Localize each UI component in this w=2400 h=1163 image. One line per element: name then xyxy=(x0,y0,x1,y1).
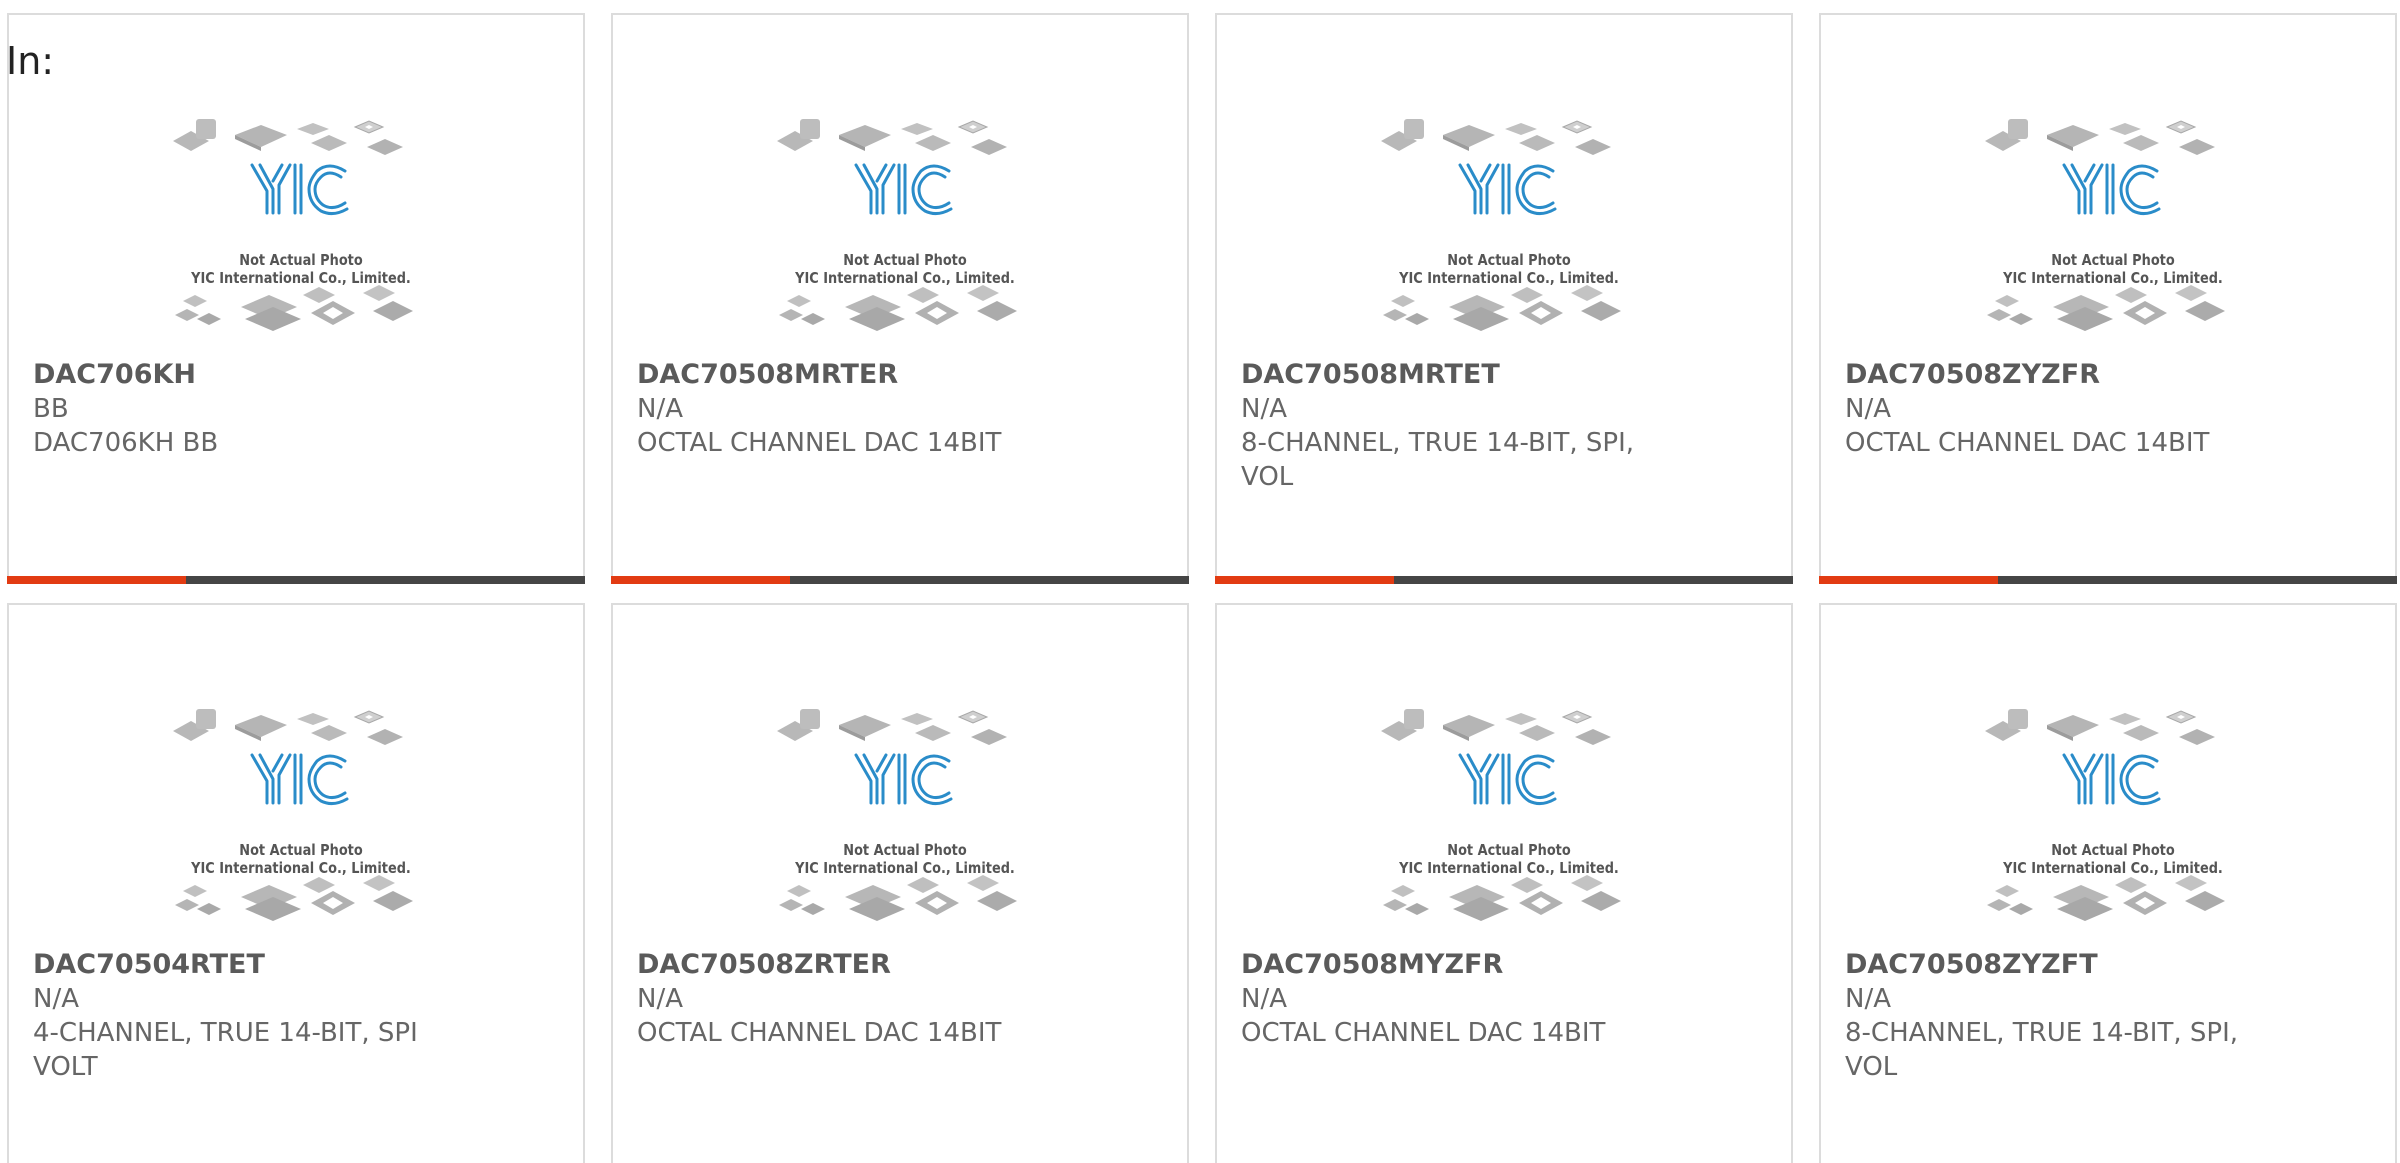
in-label: In: xyxy=(6,39,55,83)
product-info: DAC70508ZYZFT N/A 8-CHANNEL, TRUE 14-BIT… xyxy=(1845,948,2365,1084)
part-number[interactable]: DAC70508MRTER xyxy=(637,358,1157,392)
product-card[interactable]: Not Actual Photo YIC International Co., … xyxy=(7,13,585,584)
card-bottom-bar xyxy=(1819,576,2397,584)
not-actual-photo-image xyxy=(1983,117,2227,333)
product-card[interactable]: Not Actual Photo YIC International Co., … xyxy=(611,603,1189,1163)
description: OCTAL CHANNEL DAC 14BIT xyxy=(1845,428,2210,458)
product-card[interactable]: Not Actual Photo YIC International Co., … xyxy=(1215,603,1793,1163)
card-accent-bar xyxy=(1819,576,1999,584)
product-grid-page: In: Not Actual Photo YIC International C… xyxy=(0,0,2400,1163)
brand: N/A xyxy=(1845,984,1891,1014)
product-card[interactable]: Not Actual Photo YIC International Co., … xyxy=(1819,13,2397,584)
part-number[interactable]: DAC70508MRTET xyxy=(1241,358,1761,392)
not-actual-photo-image xyxy=(1379,117,1623,333)
card-accent-bar xyxy=(611,576,791,584)
brand: N/A xyxy=(33,984,79,1014)
product-card[interactable]: Not Actual Photo YIC International Co., … xyxy=(1819,603,2397,1163)
product-info: DAC70504RTET N/A 4-CHANNEL, TRUE 14-BIT,… xyxy=(33,948,553,1084)
part-number[interactable]: DAC70508ZRTER xyxy=(637,948,1157,982)
description: 4-CHANNEL, TRUE 14-BIT, SPI VOLT xyxy=(33,1018,418,1082)
card-bottom-bar xyxy=(611,576,1189,584)
product-card[interactable]: Not Actual Photo YIC International Co., … xyxy=(611,13,1189,584)
part-number[interactable]: DAC70508ZYZFR xyxy=(1845,358,2365,392)
card-bottom-bar xyxy=(7,576,585,584)
not-actual-photo-image xyxy=(1983,707,2227,923)
brand: N/A xyxy=(1241,984,1287,1014)
card-bottom-bar xyxy=(1215,576,1793,584)
not-actual-photo-image xyxy=(171,117,415,333)
brand: N/A xyxy=(1241,394,1287,424)
product-card[interactable]: Not Actual Photo YIC International Co., … xyxy=(1215,13,1793,584)
not-actual-photo-image xyxy=(171,707,415,923)
description: DAC706KH BB xyxy=(33,428,219,458)
part-number[interactable]: DAC70504RTET xyxy=(33,948,553,982)
product-info: DAC706KH BB DAC706KH BB xyxy=(33,358,553,460)
card-accent-bar xyxy=(7,576,187,584)
part-number[interactable]: DAC706KH xyxy=(33,358,553,392)
product-info: DAC70508MYZFR N/A OCTAL CHANNEL DAC 14BI… xyxy=(1241,948,1761,1050)
description: OCTAL CHANNEL DAC 14BIT xyxy=(1241,1018,1606,1048)
product-info: DAC70508MRTET N/A 8-CHANNEL, TRUE 14-BIT… xyxy=(1241,358,1761,494)
brand: N/A xyxy=(637,984,683,1014)
not-actual-photo-image xyxy=(775,117,1019,333)
brand: BB xyxy=(33,394,69,424)
product-card[interactable]: Not Actual Photo YIC International Co., … xyxy=(7,603,585,1163)
product-info: DAC70508ZYZFR N/A OCTAL CHANNEL DAC 14BI… xyxy=(1845,358,2365,460)
product-info: DAC70508MRTER N/A OCTAL CHANNEL DAC 14BI… xyxy=(637,358,1157,460)
description: OCTAL CHANNEL DAC 14BIT xyxy=(637,1018,1002,1048)
product-info: DAC70508ZRTER N/A OCTAL CHANNEL DAC 14BI… xyxy=(637,948,1157,1050)
description: 8-CHANNEL, TRUE 14-BIT, SPI, VOL xyxy=(1241,428,1634,492)
description: OCTAL CHANNEL DAC 14BIT xyxy=(637,428,1002,458)
part-number[interactable]: DAC70508ZYZFT xyxy=(1845,948,2365,982)
part-number[interactable]: DAC70508MYZFR xyxy=(1241,948,1761,982)
card-accent-bar xyxy=(1215,576,1395,584)
brand: N/A xyxy=(637,394,683,424)
not-actual-photo-image xyxy=(1379,707,1623,923)
not-actual-photo-image xyxy=(775,707,1019,923)
brand: N/A xyxy=(1845,394,1891,424)
description: 8-CHANNEL, TRUE 14-BIT, SPI, VOL xyxy=(1845,1018,2238,1082)
